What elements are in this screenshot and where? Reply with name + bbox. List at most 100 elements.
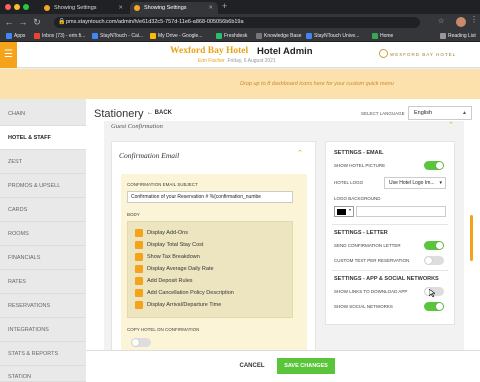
sidebar-item-financials[interactable]: FINANCIALS bbox=[0, 246, 86, 270]
user-date-line: Erin Fischer Friday, 6 August 2021 bbox=[198, 58, 276, 64]
profile-avatar[interactable] bbox=[456, 17, 466, 27]
new-tab-icon[interactable]: + bbox=[222, 1, 227, 11]
minimize-window-icon[interactable] bbox=[14, 4, 20, 10]
bookmark-freshdesk[interactable]: Freshdesk bbox=[216, 31, 247, 41]
tag-add-cancellation-policy[interactable]: Add Cancellation Policy Description bbox=[135, 288, 255, 298]
bookmark-university[interactable]: StayNTouch Unive... bbox=[306, 31, 359, 41]
tab-label: Showing Settings bbox=[144, 5, 187, 11]
bookmark-apps[interactable]: Apps bbox=[6, 31, 25, 41]
star-icon[interactable]: ☆ bbox=[438, 17, 444, 25]
social-networks-toggle[interactable] bbox=[424, 302, 444, 311]
color-picker[interactable]: ▾ bbox=[334, 206, 354, 217]
tag-display-add-ons[interactable]: Display Add-Ons bbox=[135, 228, 255, 238]
collapse-chevron-icon[interactable]: ⌃ bbox=[297, 149, 303, 157]
tab-label: Showing Settings bbox=[54, 5, 97, 11]
bookmark-label: StayNTouch - Cal... bbox=[100, 33, 144, 39]
sidebar-item-zest[interactable]: ZEST bbox=[0, 150, 86, 174]
sidebar-item-cards[interactable]: CARDS bbox=[0, 198, 86, 222]
tag-label: Display Add-Ons bbox=[147, 230, 188, 236]
tag-display-arrival-departure[interactable]: Display Arrival/Departure Time bbox=[135, 300, 255, 310]
reading-list-icon bbox=[440, 33, 446, 39]
hamburger-menu-icon[interactable]: ☰ bbox=[0, 42, 17, 68]
bookmark-label: StayNTouch Unive... bbox=[314, 33, 360, 39]
tag-display-average-daily-rate[interactable]: Display Average Daily Rate bbox=[135, 264, 255, 274]
cancel-button[interactable]: CANCEL bbox=[235, 358, 269, 374]
university-icon bbox=[306, 33, 312, 39]
tag-square-icon bbox=[135, 289, 143, 297]
sidebar-item-rooms[interactable]: ROOMS bbox=[0, 222, 86, 246]
show-hotel-picture-toggle[interactable] bbox=[424, 161, 444, 170]
color-value-input[interactable] bbox=[356, 206, 446, 217]
select-language-label: SELECT LANGUAGE bbox=[361, 111, 405, 116]
bookmark-label: Inbox (73) - erin.fi... bbox=[42, 33, 86, 39]
sidebar-item-stats-reports[interactable]: STATS & REPORTS bbox=[0, 342, 86, 366]
lock-icon: 🔒 bbox=[58, 19, 66, 25]
close-tab-icon[interactable]: ✕ bbox=[118, 2, 123, 14]
sidebar-item-promos-upsell[interactable]: PROMOS & UPSELL bbox=[0, 174, 86, 198]
sidebar-item-hotel-staff[interactable]: HOTEL & STAFF bbox=[0, 126, 86, 150]
maximize-window-icon[interactable] bbox=[23, 4, 29, 10]
tag-label: Display Arrival/Departure Time bbox=[147, 302, 222, 308]
freshdesk-icon bbox=[216, 33, 222, 39]
drive-icon bbox=[150, 33, 156, 39]
quick-menu-dropzone[interactable]: Drop up to 8 dashboard icons here for yo… bbox=[0, 69, 480, 99]
bookmark-calendar[interactable]: StayNTouch - Cal... bbox=[92, 31, 143, 41]
sidebar-item-rates[interactable]: RATES bbox=[0, 270, 86, 294]
bookmark-inbox[interactable]: Inbox (73) - erin.fi... bbox=[34, 31, 85, 41]
user-name: Erin Fischer bbox=[198, 58, 225, 64]
dropdown-caret-icon: ▲ bbox=[462, 110, 467, 116]
show-hotel-picture-label: SHOW HOTEL PICTURE bbox=[334, 163, 386, 168]
tag-label: Display Total Stay Cost bbox=[147, 242, 204, 248]
copy-hotel-toggle[interactable] bbox=[131, 338, 151, 347]
browser-tab-active[interactable]: Showing Settings ✕ bbox=[130, 2, 218, 14]
settings-letter-heading: SETTINGS - LETTER bbox=[334, 230, 388, 236]
back-arrow-icon[interactable]: ← bbox=[4, 14, 14, 30]
bookmark-knowledge-base[interactable]: Knowledge Base bbox=[256, 31, 302, 41]
reload-icon[interactable]: ↻ bbox=[32, 14, 42, 30]
dropdown-caret-icon: ▾ bbox=[348, 207, 351, 212]
tag-add-deposit-rules[interactable]: Add Deposit Rules bbox=[135, 276, 255, 286]
sidebar-item-station[interactable]: STATION bbox=[0, 366, 86, 382]
bookmark-drive[interactable]: My Drive - Google... bbox=[150, 31, 202, 41]
tag-square-icon bbox=[135, 241, 143, 249]
settings-app-social-heading: SETTINGS - APP & SOCIAL NETWORKS bbox=[334, 276, 439, 282]
tag-square-icon bbox=[135, 229, 143, 237]
language-select[interactable]: English ▲ bbox=[408, 106, 472, 120]
tag-label: Display Average Daily Rate bbox=[147, 266, 214, 272]
sidebar-item-chain[interactable]: CHAIN bbox=[0, 102, 86, 126]
sidebar-item-integrations[interactable]: INTEGRATIONS bbox=[0, 318, 86, 342]
custom-text-label: CUSTOM TEXT PER RESERVATION bbox=[334, 258, 410, 263]
forward-arrow-icon[interactable]: → bbox=[18, 14, 28, 30]
hotel-logo-select[interactable]: Use Hotel Logo Im... ▾ bbox=[384, 177, 446, 189]
send-confirmation-letter-label: SEND CONFIRMATION LETTER bbox=[334, 243, 401, 248]
back-button[interactable]: ← BACK bbox=[147, 110, 172, 116]
save-changes-button[interactable]: SAVE CHANGES bbox=[277, 358, 335, 374]
scrollbar-thumb[interactable] bbox=[470, 215, 473, 261]
tag-show-tax-breakdown[interactable]: Show Tax Breakdown bbox=[135, 252, 255, 262]
divider bbox=[332, 224, 448, 225]
close-window-icon[interactable] bbox=[5, 4, 11, 10]
close-tab-icon[interactable]: ✕ bbox=[208, 2, 213, 14]
dropzone-hint: Drop up to 8 dashboard icons here for yo… bbox=[240, 81, 394, 87]
hotel-name: Wexford Bay Hotel bbox=[170, 46, 249, 56]
custom-text-toggle[interactable] bbox=[424, 256, 444, 265]
collapse-chevron-icon[interactable]: ⌃ bbox=[448, 121, 454, 129]
sidebar-item-reservations[interactable]: RESERVATIONS bbox=[0, 294, 86, 318]
tag-display-total-stay-cost[interactable]: Display Total Stay Cost bbox=[135, 240, 255, 250]
tag-label: Add Cancellation Policy Description bbox=[147, 290, 234, 296]
menu-dots-icon[interactable]: ⋮ bbox=[470, 15, 478, 24]
tag-label: Add Deposit Rules bbox=[147, 278, 193, 284]
favicon-icon bbox=[134, 5, 140, 11]
subject-input[interactable]: Confirmation of your Reservation # %{con… bbox=[127, 191, 293, 203]
tag-square-icon bbox=[135, 253, 143, 261]
bookmark-reading-list[interactable]: Reading List bbox=[440, 31, 476, 41]
copy-hotel-label: COPY HOTEL ON CONFIRMATION bbox=[127, 327, 200, 332]
home-icon bbox=[372, 33, 378, 39]
bookmark-home[interactable]: Home bbox=[372, 31, 393, 41]
hotel-logo-label: HOTEL LOGO bbox=[334, 180, 364, 185]
url-field[interactable]: 🔒 pms.stayntouch.com/admin/h/e61d32c5-75… bbox=[54, 17, 420, 28]
calendar-icon bbox=[92, 33, 98, 39]
send-confirmation-letter-toggle[interactable] bbox=[424, 241, 444, 250]
browser-tab[interactable]: Showing Settings ✕ bbox=[40, 2, 128, 14]
tag-square-icon bbox=[135, 301, 143, 309]
